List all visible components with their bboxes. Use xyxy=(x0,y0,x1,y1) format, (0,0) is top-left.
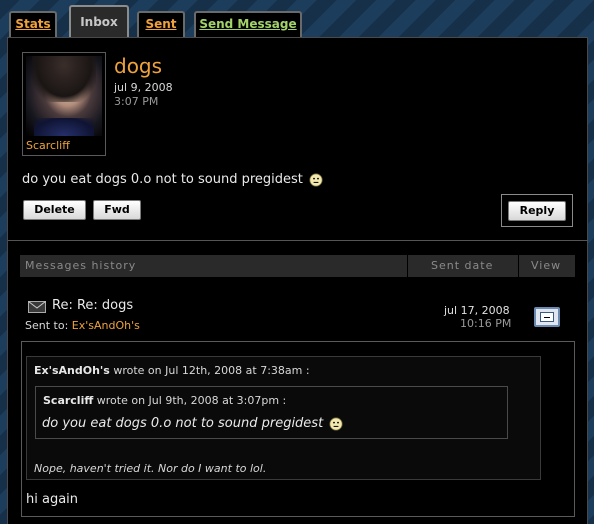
message-body-text: do you eat dogs 0.o not to sound pregide… xyxy=(22,172,303,187)
history-title: Messages history xyxy=(25,259,137,272)
inner-quote-meta: wrote on Jul 9th, 2008 at 3:07pm : xyxy=(96,394,287,407)
inner-quote-body: do you eat dogs 0.o not to sound pregide… xyxy=(42,416,324,431)
tab-inbox[interactable]: Inbox xyxy=(69,5,129,39)
sender-card[interactable]: Scarcliff xyxy=(22,52,106,156)
collapse-icon[interactable] xyxy=(534,307,560,327)
history-item-time: 10:16 PM xyxy=(460,317,512,330)
reply-button[interactable]: Reply xyxy=(508,201,566,221)
outer-quote-author: Ex'sAndOh's xyxy=(34,364,110,377)
message-body: do you eat dogs 0.o not to sound pregide… xyxy=(22,172,323,187)
outer-quote-meta: wrote on Jul 12th, 2008 at 7:38am : xyxy=(113,364,310,377)
forward-button[interactable]: Fwd xyxy=(93,200,141,220)
outer-quote-text: Nope, haven't tried it. Nor do I want to… xyxy=(34,462,267,475)
envelope-icon xyxy=(28,301,46,313)
sender-name[interactable]: Scarcliff xyxy=(26,139,70,152)
history-item-subject[interactable]: Re: Re: dogs xyxy=(52,298,133,313)
history-header: Messages history Sent date View xyxy=(20,255,575,277)
tab-sent[interactable]: Sent xyxy=(137,11,185,37)
delete-button[interactable]: Delete xyxy=(23,200,86,220)
divider xyxy=(8,240,588,241)
inner-quote-author: Scarcliff xyxy=(43,394,94,407)
neutral-smiley-icon xyxy=(329,416,343,431)
outer-quote-header: Ex'sAndOh's wrote on Jul 12th, 2008 at 7… xyxy=(34,364,310,377)
inner-quote-header: Scarcliff wrote on Jul 9th, 2008 at 3:07… xyxy=(43,394,286,407)
tab-stats[interactable]: Stats xyxy=(9,11,57,37)
message-date: jul 9, 2008 xyxy=(114,81,173,94)
inner-quote-text: do you eat dogs 0.o not to sound pregide… xyxy=(42,416,343,431)
avatar[interactable] xyxy=(26,56,102,136)
sent-to-label: Sent to: xyxy=(25,319,69,332)
recipient-link[interactable]: Ex'sAndOh's xyxy=(72,319,140,332)
history-item-recipient: Sent to: Ex'sAndOh's xyxy=(25,319,140,332)
history-item-date: jul 17, 2008 xyxy=(444,304,510,317)
history-col-view: View xyxy=(531,259,562,272)
tab-bar: Stats Inbox Sent Send Message xyxy=(0,0,594,40)
history-col-date: Sent date xyxy=(431,259,494,272)
neutral-smiley-icon xyxy=(309,172,323,187)
reply-text: hi again xyxy=(26,492,79,507)
message-time: 3:07 PM xyxy=(114,95,159,108)
tab-send-message[interactable]: Send Message xyxy=(194,11,302,37)
message-subject: dogs xyxy=(114,54,163,78)
